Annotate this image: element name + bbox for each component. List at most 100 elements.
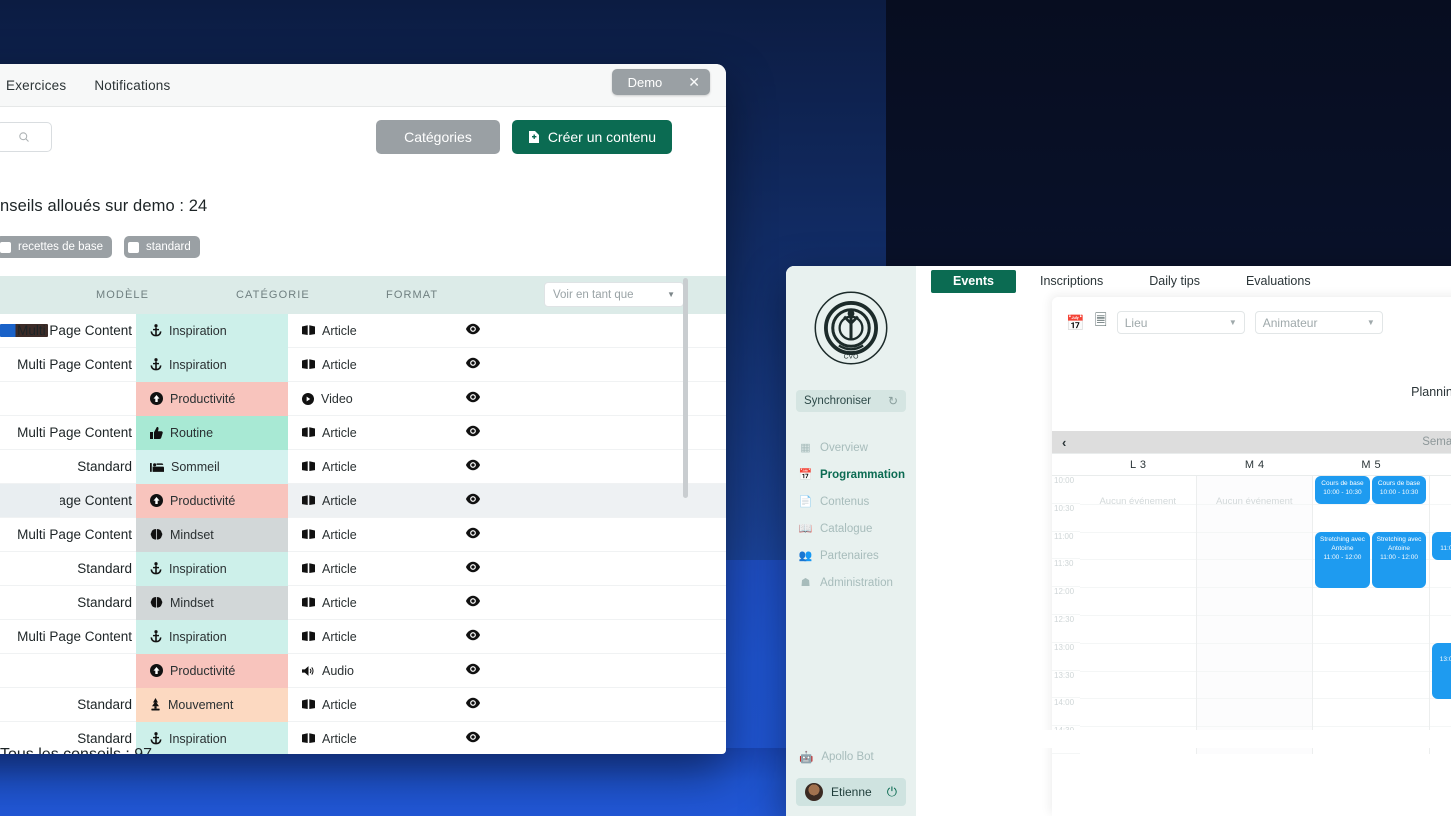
avatar [805,783,823,801]
checkbox-icon[interactable] [0,242,11,253]
calendar-event[interactable]: TEST11:00 - 11:30 [1432,532,1451,560]
day-column[interactable]: TEST11:00 - 11:30test13:00 - 14:00te13: [1430,476,1451,754]
eye-icon[interactable] [466,526,480,544]
day-column[interactable]: Aucun événement [1080,476,1197,754]
list-view-icon[interactable]: 🗏 [1095,310,1107,335]
sidebar-item-overview[interactable]: ▦Overview [786,434,916,461]
table-row[interactable]: Multi Page ContentInspirationArticle [0,620,726,654]
tab-daily-tips[interactable]: Daily tips [1127,270,1222,293]
calendar-event[interactable]: Cours de base10:00 - 10:30 [1315,476,1369,504]
table-header-row: MODÈLE CATÉGORIE FORMAT Voir en tant que… [0,276,726,314]
tab-evaluations[interactable]: Evaluations [1224,270,1333,293]
category-icon [150,630,162,643]
eye-icon[interactable] [466,662,480,680]
lieu-select[interactable]: Lieu ▼ [1117,311,1245,334]
preview-button[interactable] [438,390,508,408]
tab-events[interactable]: Events [931,270,1016,293]
eye-icon[interactable] [466,356,480,374]
animateur-select[interactable]: Animateur ▼ [1255,311,1383,334]
preview-button[interactable] [438,696,508,714]
categorie-label: Productivité [170,392,235,406]
grid-line [1197,615,1313,616]
preview-button[interactable] [438,492,508,510]
sidebar-item-partenaires[interactable]: 👥Partenaires [786,542,916,569]
sidebar-item-contenus[interactable]: 📄Contenus [786,488,916,515]
power-icon[interactable]: ⏻ [887,784,897,800]
eye-icon[interactable] [466,492,480,510]
eye-icon[interactable] [466,730,480,748]
cell-modele: Standard [0,731,136,746]
previous-week-icon[interactable]: ‹ [1062,435,1066,450]
apollo-bot-label: Apollo Bot [821,751,873,763]
table-row[interactable]: StandardInspirationArticle [0,552,726,586]
cell-format: Audio [288,664,438,678]
table-row[interactable]: StandardSommeilArticle [0,450,726,484]
sidebar-item-programmation[interactable]: 📅Programmation [786,461,916,488]
eye-icon[interactable] [466,390,480,408]
eye-icon[interactable] [466,628,480,646]
checkbox-icon[interactable] [128,242,139,253]
preview-button[interactable] [438,730,508,748]
subtab-planning[interactable]: Planning [1411,385,1451,399]
sidebar-item-catalogue[interactable]: 📖Catalogue [786,515,916,542]
eye-icon[interactable] [466,424,480,442]
table-row[interactable]: ProductivitéAudio [0,654,726,688]
categorie-label: Mindset [170,528,214,542]
synchronize-button[interactable]: Synchroniser ↻ [796,390,906,412]
table-row[interactable]: StandardMindsetArticle [0,586,726,620]
preview-button[interactable] [438,356,508,374]
close-icon[interactable]: ✕ [688,74,700,91]
calendar-event[interactable]: Stretching avec Antoine11:00 - 12:00 [1372,532,1426,588]
categories-button[interactable]: Catégories [376,120,500,154]
filter-chip-standard[interactable]: standard [124,236,200,258]
table-row[interactable]: StandardMouvementArticle [0,688,726,722]
preview-button[interactable] [438,662,508,680]
table-scrollbar[interactable] [683,276,688,721]
format-label: Article [322,698,357,712]
tab-inscriptions[interactable]: Inscriptions [1018,270,1125,293]
book-icon [302,325,315,336]
search-input[interactable] [0,122,52,152]
user-account-row[interactable]: Etienne ⏻ [796,778,906,806]
grid-line [1313,671,1429,672]
tab-demo[interactable]: Demo ✕ [612,69,710,95]
create-content-button[interactable]: Créer un contenu [512,120,672,154]
table-row[interactable]: Multi Page ContentMindsetArticle [0,518,726,552]
eye-icon[interactable] [466,458,480,476]
filter-chip-recettes[interactable]: recettes de base [0,236,112,258]
scrollbar-thumb[interactable] [683,278,688,498]
calendar-event[interactable]: Stretching avec Antoine11:00 - 12:00 [1315,532,1369,588]
calendar-view-icon[interactable]: 📅 [1066,314,1085,332]
table-row[interactable]: Multi Page ContentInspirationArticle [0,314,726,348]
preview-button[interactable] [438,424,508,442]
eye-icon[interactable] [466,322,480,340]
preview-button[interactable] [438,560,508,578]
content-toolbar: Catégories Créer un contenu [0,107,726,167]
cell-categorie: Inspiration [136,314,288,348]
view-as-select[interactable]: Voir en tant que ▼ [544,282,684,307]
preview-button[interactable] [438,322,508,340]
preview-button[interactable] [438,628,508,646]
day-column[interactable]: Cours de base10:00 - 10:30Cours de base1… [1313,476,1430,754]
nav-item-notifications[interactable]: Notifications [80,64,184,107]
day-column[interactable]: Aucun événement [1197,476,1314,754]
calendar-event[interactable]: test13:00 - 14:00 [1432,643,1451,699]
table-row[interactable]: Multi Page ContentRoutineArticle [0,416,726,450]
eye-icon[interactable] [466,560,480,578]
sidebar-item-apollo-bot[interactable]: 🤖 Apollo Bot [786,750,916,764]
table-row[interactable]: ProductivitéVideo [0,382,726,416]
nav-item-exercices[interactable]: Exercices [0,64,80,107]
sidebar-item-administration[interactable]: ☗Administration [786,569,916,596]
eye-icon[interactable] [466,696,480,714]
table-row[interactable]: Multi Page ContentProductivitéArticle [0,484,726,518]
book-icon [302,359,315,370]
eye-icon[interactable] [466,594,480,612]
refresh-icon[interactable]: ↻ [888,394,898,408]
synchronize-label: Synchroniser [804,395,871,407]
table-row[interactable]: Multi Page ContentInspirationArticle [0,348,726,382]
day-header: M 4 [1197,454,1314,475]
preview-button[interactable] [438,526,508,544]
preview-button[interactable] [438,458,508,476]
preview-button[interactable] [438,594,508,612]
calendar-event[interactable]: Cours de base10:00 - 10:30 [1372,476,1426,504]
